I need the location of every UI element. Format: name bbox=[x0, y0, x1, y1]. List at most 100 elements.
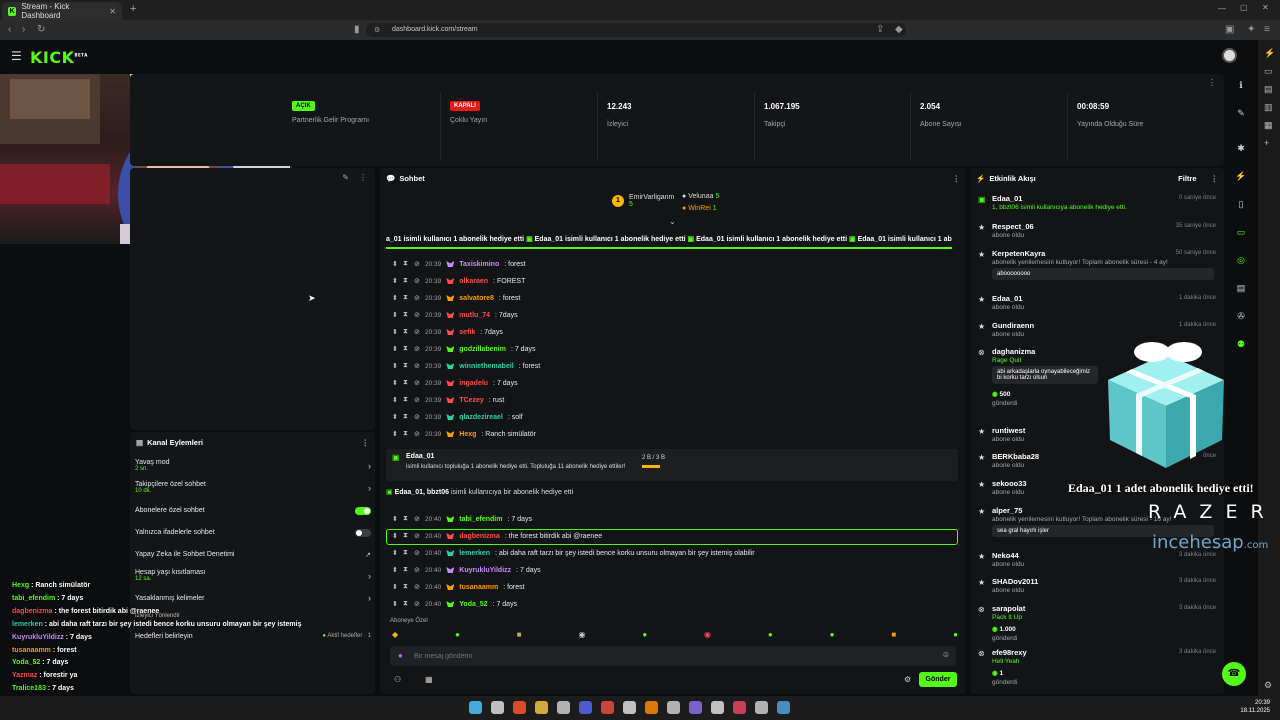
ban-icon[interactable]: ⊘ bbox=[414, 260, 420, 268]
event-username[interactable]: Gundiraenn bbox=[992, 321, 1034, 330]
pin-icon[interactable]: ⬍ bbox=[392, 311, 398, 319]
ban-icon[interactable]: ⊘ bbox=[414, 328, 420, 336]
hamburger-icon[interactable]: ☰ bbox=[11, 49, 22, 63]
timeout-icon[interactable]: ⧗ bbox=[403, 413, 409, 421]
share-icon[interactable]: ⇪ bbox=[876, 24, 884, 35]
message-username[interactable]: godzillabenim bbox=[459, 346, 506, 353]
chat-message[interactable]: ⬍ ⧗ ⊘ 20:39 qlazdezireael: solf bbox=[392, 410, 952, 424]
chat-message[interactable]: ⬍ ⧗ ⊘ 20:40 tabi_efendim: 7 days bbox=[392, 512, 952, 526]
event-username[interactable]: Edaa_01 bbox=[992, 194, 1022, 203]
timeout-icon[interactable]: ⧗ bbox=[403, 396, 409, 404]
emote-icon[interactable]: ◆ bbox=[392, 630, 398, 642]
events-more-icon[interactable]: ⋮ bbox=[1211, 174, 1219, 183]
stat-affiliate[interactable]: AÇIK Partnerlik Gelir Programı bbox=[292, 100, 369, 124]
emote-icon[interactable]: ● bbox=[768, 630, 773, 642]
emotes-only-toggle[interactable] bbox=[355, 529, 371, 537]
kick-logo[interactable]: KICKBETA bbox=[30, 48, 88, 67]
app2-icon[interactable] bbox=[777, 701, 790, 714]
pin-icon[interactable]: ⬍ bbox=[392, 515, 398, 523]
new-tab-icon[interactable]: + bbox=[130, 3, 136, 15]
ban-icon[interactable]: ⊘ bbox=[414, 345, 420, 353]
event-username[interactable]: sekooo33 bbox=[992, 479, 1027, 488]
minimize-icon[interactable]: — bbox=[1218, 4, 1226, 13]
chat-gear-icon[interactable]: ⚙ bbox=[904, 675, 911, 684]
chat-input[interactable] bbox=[414, 650, 924, 662]
subscribers-only-toggle[interactable] bbox=[355, 507, 371, 515]
timeout-icon[interactable]: ⧗ bbox=[403, 532, 409, 540]
windows-start-icon[interactable] bbox=[469, 701, 482, 714]
ban-icon[interactable]: ⊘ bbox=[414, 362, 420, 370]
timeout-icon[interactable]: ⧗ bbox=[403, 277, 409, 285]
event-username[interactable]: Respect_06 bbox=[992, 222, 1034, 231]
window-close-icon[interactable]: ✕ bbox=[1262, 3, 1269, 12]
action-emotes-only[interactable]: Yalnızca ifadelerle sohbet bbox=[135, 529, 375, 541]
chat-message[interactable]: ⬍ ⧗ ⊘ 20:39 TCezey: rust bbox=[392, 393, 952, 407]
steam-icon[interactable] bbox=[557, 701, 570, 714]
preview-more-icon[interactable]: ⋮ bbox=[359, 173, 367, 182]
message-username[interactable]: dagbenizma bbox=[459, 533, 499, 540]
close-tab-icon[interactable]: ✕ bbox=[109, 7, 116, 16]
event-item[interactable]: ⊗ efe98rexy Hell Yeah 3 dakika önce ◉ 1 gönde… bbox=[976, 648, 1220, 686]
message-username[interactable]: TCezey bbox=[459, 397, 484, 404]
settings-icon[interactable] bbox=[755, 701, 768, 714]
timeout-icon[interactable]: ⧗ bbox=[403, 430, 409, 438]
pin-icon[interactable]: ⬍ bbox=[392, 379, 398, 387]
ban-icon[interactable]: ⊘ bbox=[414, 396, 420, 404]
chat-more-icon[interactable]: ⋮ bbox=[953, 174, 961, 183]
tor-icon[interactable] bbox=[711, 701, 724, 714]
timeout-icon[interactable]: ⧗ bbox=[403, 311, 409, 319]
timeout-icon[interactable]: ⧗ bbox=[403, 362, 409, 370]
chat-message[interactable]: ⬍ ⧗ ⊘ 20:39 winniethemabeil: forest bbox=[392, 359, 952, 373]
ban-icon[interactable]: ⊘ bbox=[414, 311, 420, 319]
ban-icon[interactable]: ⊘ bbox=[414, 277, 420, 285]
back-icon[interactable]: ‹ bbox=[8, 24, 11, 35]
bookmark-icon[interactable]: ▮ bbox=[354, 24, 360, 35]
chat-input-box[interactable]: ● ☺ bbox=[390, 646, 956, 666]
sidebar-settings-icon[interactable]: ⚙ bbox=[1264, 680, 1272, 691]
ban-icon[interactable]: ⊘ bbox=[414, 413, 420, 421]
action-slow-mode[interactable]: Yavaş mod 2 sn. › bbox=[135, 459, 375, 477]
pin-icon[interactable]: ⬍ bbox=[392, 430, 398, 438]
message-username[interactable]: KuyrukluYildizz bbox=[459, 567, 511, 574]
event-item[interactable]: ★ Respect_06 abone oldu 35 saniye önce bbox=[976, 222, 1220, 246]
action-banned-words[interactable]: Yasaklanmış kelimeler › bbox=[135, 593, 375, 607]
message-username[interactable]: sefik bbox=[459, 329, 475, 336]
pin-icon[interactable]: ⬍ bbox=[392, 566, 398, 574]
emote-icon[interactable]: ● bbox=[953, 630, 958, 642]
ban-icon[interactable]: ⊘ bbox=[414, 566, 420, 574]
ban-icon[interactable]: ⊘ bbox=[414, 294, 420, 302]
emote-icon[interactable]: ◉ bbox=[704, 630, 711, 642]
top-gifter-1[interactable]: EmirVarliganm 5 bbox=[629, 194, 674, 208]
reload-icon[interactable]: ↻ bbox=[37, 24, 45, 35]
bug-icon[interactable]: ✱ bbox=[1234, 143, 1248, 157]
rail-doc-icon[interactable]: ▯ bbox=[1234, 199, 1248, 213]
obs-icon[interactable] bbox=[667, 701, 680, 714]
event-item[interactable]: ★ Edaa_01 abone oldu 1 dakika önce bbox=[976, 294, 1220, 318]
system-clock[interactable]: 20:39 18.11.2025 bbox=[1238, 699, 1270, 715]
event-item[interactable]: ★ Neko44 abone oldu 3 dakika önce bbox=[976, 551, 1220, 575]
menu-icon[interactable]: ≡ bbox=[1264, 24, 1270, 35]
sidebar-add-icon[interactable]: + bbox=[1264, 138, 1269, 148]
pin-icon[interactable]: ⬍ bbox=[392, 396, 398, 404]
microphone-icon[interactable]: ● bbox=[398, 651, 403, 660]
top-gifter-3[interactable]: ● WinRei 1 bbox=[682, 205, 717, 212]
pin-icon[interactable]: ⬍ bbox=[392, 600, 398, 608]
action-account-age[interactable]: Hesap yaşı kısıtlaması 12 sa. › bbox=[135, 569, 375, 587]
timeout-icon[interactable]: ⧗ bbox=[403, 515, 409, 523]
timeout-icon[interactable]: ⧗ bbox=[403, 260, 409, 268]
rail-chat-icon[interactable]: ▭ bbox=[1234, 227, 1248, 241]
files-icon[interactable] bbox=[535, 701, 548, 714]
info-icon[interactable]: ℹ bbox=[1234, 80, 1248, 94]
message-username[interactable]: Yoda_52 bbox=[459, 601, 487, 608]
rail-bolt-icon[interactable]: ⚡ bbox=[1234, 171, 1248, 185]
message-username[interactable]: mutlu_74 bbox=[459, 312, 490, 319]
calendar-icon[interactable]: ▦ bbox=[425, 675, 433, 684]
ban-icon[interactable]: ⊘ bbox=[414, 532, 420, 540]
discord-icon[interactable] bbox=[579, 701, 592, 714]
search-icon[interactable] bbox=[491, 701, 504, 714]
event-username[interactable]: efe98rexy bbox=[992, 648, 1027, 657]
terminal-icon[interactable] bbox=[623, 701, 636, 714]
ban-icon[interactable]: ⊘ bbox=[414, 549, 420, 557]
app-icon[interactable] bbox=[733, 701, 746, 714]
brave-icon[interactable] bbox=[513, 701, 526, 714]
